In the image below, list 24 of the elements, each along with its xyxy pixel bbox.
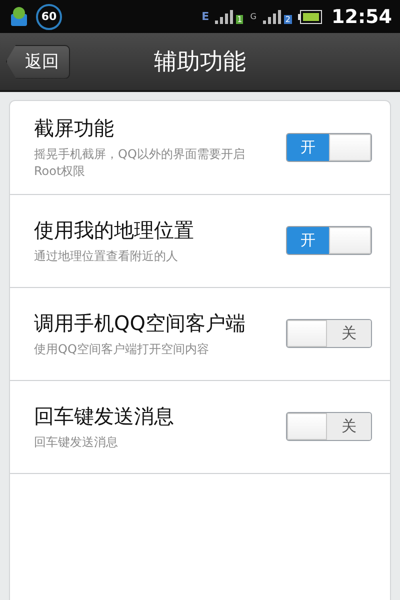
toggle-switch[interactable]: 开: [286, 226, 372, 256]
toggle-switch[interactable]: 关: [286, 412, 372, 442]
signal-icon: [215, 10, 234, 24]
network-type: E: [202, 10, 210, 23]
back-button[interactable]: 返回: [6, 44, 70, 78]
app-icon: [8, 6, 30, 28]
notification-badge: 60: [36, 4, 62, 30]
toggle-switch[interactable]: 开: [286, 132, 372, 162]
setting-description: 摇晃手机截屏，QQ以外的界面需要开启Root权限: [34, 146, 246, 180]
battery-icon: [298, 10, 322, 24]
setting-title: 调用手机QQ空间客户端: [34, 310, 246, 337]
sim-label: 1: [236, 14, 244, 24]
setting-title: 使用我的地理位置: [34, 216, 195, 244]
page-title: 辅助功能: [154, 48, 246, 77]
clock: 12:54: [332, 6, 392, 28]
toggle-switch[interactable]: 关: [286, 319, 372, 348]
setting-title: 截屏功能: [34, 115, 115, 142]
signal-icon: [263, 10, 282, 24]
setting-title: 回车键发送消息: [34, 402, 175, 430]
setting-description: 使用QQ空间客户端打开空间内容: [34, 340, 210, 358]
network-type: G: [249, 12, 258, 21]
sim-label: 2: [284, 14, 292, 24]
setting-description: 回车键发送消息: [34, 434, 119, 450]
setting-description: 通过地理位置查看附近的人: [34, 248, 179, 264]
